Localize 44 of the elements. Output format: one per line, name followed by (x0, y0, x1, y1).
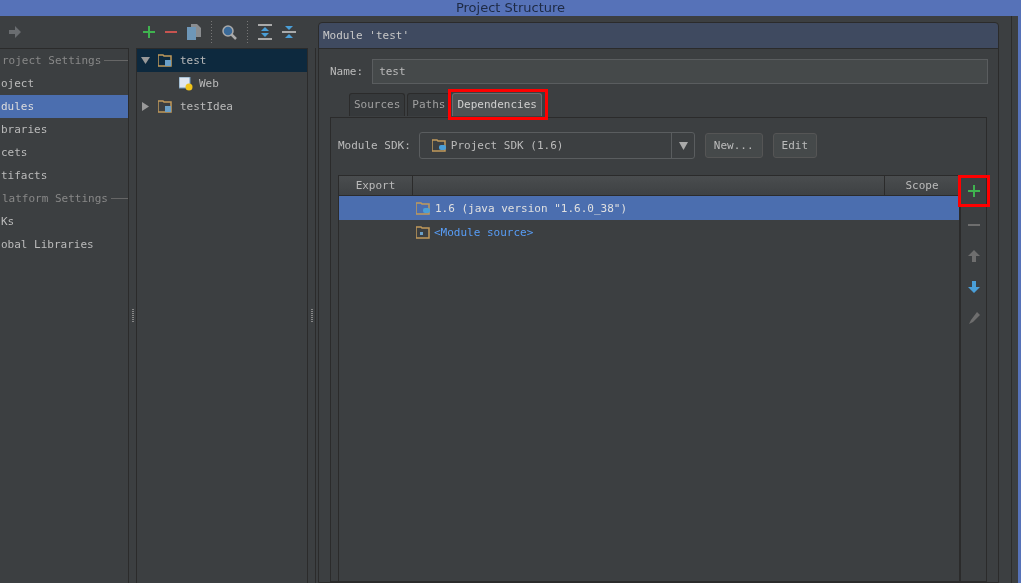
section-header: latform Settings (2, 192, 108, 205)
dialog-button[interactable]: New... (704, 133, 763, 158)
panel-header: Module 'test' (319, 23, 998, 49)
tab[interactable]: Sources (349, 93, 406, 116)
folder-icon (158, 100, 172, 113)
tree-item[interactable]: testIdea (137, 95, 307, 118)
expanded-arrow-icon[interactable] (141, 56, 150, 65)
expand-all-icon[interactable] (258, 24, 272, 40)
tab[interactable]: Dependencies (452, 93, 542, 116)
collapse-all-icon[interactable] (282, 24, 296, 40)
nav-item[interactable]: tifacts (0, 164, 128, 187)
add-icon[interactable] (967, 185, 980, 197)
name-field[interactable]: test (372, 59, 988, 84)
search-icon[interactable] (222, 24, 237, 40)
nav-item[interactable]: Ks (0, 210, 128, 233)
down-arrow-icon[interactable] (967, 281, 980, 293)
add-icon[interactable] (143, 26, 155, 38)
field-label: Module SDK: (338, 139, 411, 152)
window-title: Project Structure (455, 0, 566, 16)
nav-item[interactable]: obal Libraries (0, 233, 128, 256)
tab[interactable]: Paths (407, 93, 451, 116)
field-label: Name: (330, 65, 364, 78)
sdk-folder-icon (416, 201, 431, 215)
nav-item[interactable]: oject (0, 72, 128, 95)
tree-item[interactable]: test (137, 49, 307, 72)
column-header[interactable]: Export (339, 176, 413, 195)
tree-item[interactable]: Web (137, 72, 307, 95)
collapsed-arrow-icon[interactable] (141, 102, 150, 111)
sdk-dropdown[interactable]: Project SDK (1.6) (418, 132, 695, 159)
nav-item[interactable]: cets (0, 141, 128, 164)
dropdown-arrow-icon[interactable] (678, 141, 688, 150)
copy-icon[interactable] (187, 24, 201, 40)
dialog-button[interactable]: Edit (772, 133, 818, 158)
nav-item[interactable]: braries (0, 118, 128, 141)
forward-arrow-icon[interactable] (8, 25, 22, 39)
folder-icon (416, 225, 430, 239)
nav-item[interactable]: dules (0, 95, 128, 118)
table-row[interactable]: <Module source> (339, 220, 959, 244)
sdk-folder-icon (431, 139, 447, 152)
column-header[interactable]: Scope (885, 176, 959, 195)
section-header: roject Settings (2, 54, 102, 67)
web-page-icon (179, 76, 193, 91)
folder-icon (158, 54, 172, 67)
table-row[interactable]: 1.6 (java version "1.6.0_38") (339, 196, 959, 220)
